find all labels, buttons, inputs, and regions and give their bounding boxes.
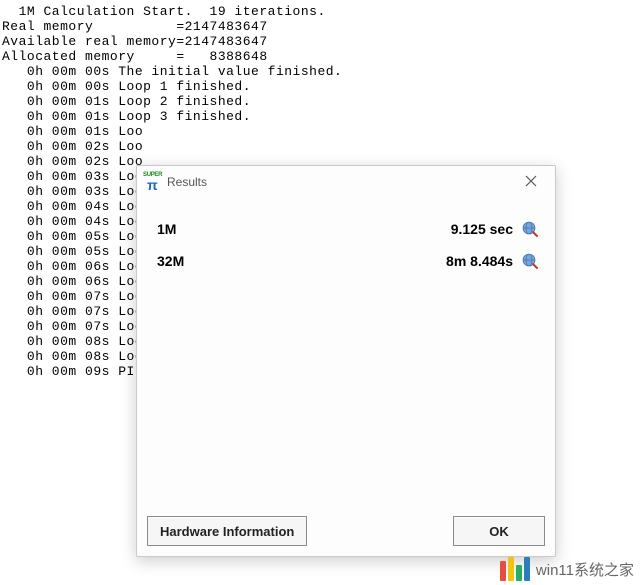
console-line: Available real memory=2147483647: [2, 34, 638, 49]
console-line: 0h 00m 01s Loop 3 finished.: [2, 109, 638, 124]
dialog-titlebar[interactable]: SUPER π Results: [137, 166, 555, 198]
ok-button[interactable]: OK: [453, 516, 545, 546]
console-line: 0h 00m 01s Loo: [2, 124, 638, 139]
dialog-title: Results: [167, 175, 207, 189]
console-line: 0h 00m 00s The initial value finished.: [2, 64, 638, 79]
windows-logo-icon: [500, 557, 530, 581]
result-label: 1M: [157, 221, 217, 237]
attribution-text: win11系统之家: [536, 559, 634, 580]
console-line: 1M Calculation Start. 19 iterations.: [2, 4, 638, 19]
lookup-icon[interactable]: [521, 220, 539, 238]
superpi-icon: SUPER π: [145, 174, 161, 190]
dialog-body: 1M 9.125 sec 32M 8m 8.484s: [137, 198, 555, 508]
results-dialog: SUPER π Results 1M 9.125 sec 32M 8m 8.48…: [136, 165, 556, 557]
result-label: 32M: [157, 253, 217, 269]
close-icon: [525, 175, 537, 190]
console-line: 0h 00m 01s Loop 2 finished.: [2, 94, 638, 109]
result-row: 32M 8m 8.484s: [157, 252, 539, 270]
dialog-button-row: Hardware Information OK: [137, 508, 555, 556]
lookup-icon[interactable]: [521, 252, 539, 270]
hardware-info-button[interactable]: Hardware Information: [147, 516, 307, 546]
close-button[interactable]: [515, 168, 547, 196]
console-line: Real memory =2147483647: [2, 19, 638, 34]
console-line: 0h 00m 02s Loo: [2, 139, 638, 154]
console-line: Allocated memory = 8388648: [2, 49, 638, 64]
result-time: 9.125 sec: [451, 221, 521, 237]
attribution: win11系统之家: [500, 557, 634, 581]
result-time: 8m 8.484s: [446, 253, 521, 269]
result-row: 1M 9.125 sec: [157, 220, 539, 238]
console-line: 0h 00m 00s Loop 1 finished.: [2, 79, 638, 94]
